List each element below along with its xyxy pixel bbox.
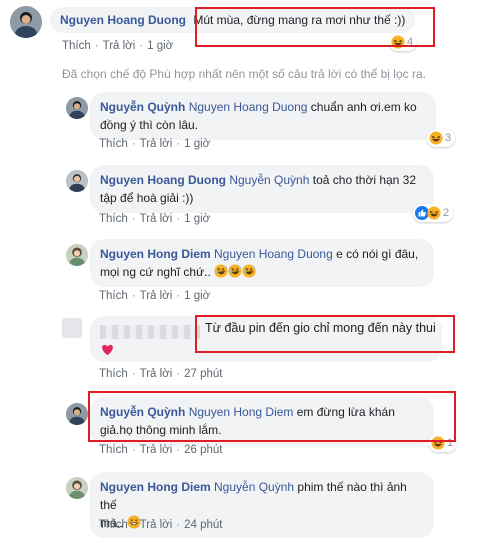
reply-mention[interactable]: Nguyen Hong Diem: [189, 405, 294, 419]
heart-icon: [100, 342, 115, 357]
avatar[interactable]: [10, 6, 42, 38]
reply-actions: Thích · Trả lời · 24 phút: [99, 519, 223, 531]
reply-actions: Thích · Trả lời · 1 giờ: [99, 290, 211, 302]
reply-time: 27 phút: [184, 368, 223, 380]
comment-actions: Thích · Trả lời · 1 giờ: [62, 40, 174, 52]
reply-actions: Thích · Trả lời · 1 giờ: [99, 213, 211, 225]
avatar[interactable]: [66, 170, 88, 192]
comment-author[interactable]: Nguyen Hoang Duong: [60, 13, 186, 27]
reaction-count: 4: [407, 36, 414, 48]
like-link[interactable]: Thích: [99, 519, 128, 531]
reply-actions: Thích · Trả lời · 1 giờ: [99, 138, 211, 150]
reply-text-line2: đồng ý thì còn lâu.: [100, 118, 199, 132]
reaction-summary[interactable]: 1: [429, 434, 458, 452]
reaction-summary[interactable]: 2: [413, 204, 454, 222]
reply-text-line1: em đừng lừa khán: [296, 405, 395, 419]
reply-link[interactable]: Trả lời: [140, 213, 173, 225]
avatar-photo-icon: [66, 477, 88, 499]
avatar[interactable]: [62, 318, 82, 338]
reply-text-line2: mọi ng cứ nghĩ chứ..: [100, 265, 211, 279]
reply-bubble: Nguyen Hong Diem Nguyen Hoang Duong e có…: [90, 239, 434, 287]
rofl-emoji-icon: [214, 264, 228, 278]
comment-text: Mút mùa, đừng mang ra mơi như thế :)): [193, 13, 406, 27]
reply-text-line1: e có nói gì đâu,: [336, 247, 419, 261]
reply-author[interactable]: Nguyen Hong Diem: [100, 247, 211, 261]
reply-text: Từ đầu pin đến gio chỉ mong đến này thui: [205, 321, 436, 335]
haha-emoji-icon: [429, 131, 443, 145]
reply-link[interactable]: Trả lời: [103, 40, 136, 52]
reply-mention[interactable]: Nguyen Hoang Duong: [189, 100, 308, 114]
avatar-photo-icon: [66, 244, 88, 266]
avatar[interactable]: [66, 477, 88, 499]
reply-author[interactable]: Nguyen Hoang Duong: [100, 173, 226, 187]
like-link[interactable]: Thích: [99, 290, 128, 302]
avatar-photo-icon: [66, 97, 88, 119]
reply-text-line1: toả cho thời hạn 32: [312, 173, 417, 187]
avatar[interactable]: [66, 97, 88, 119]
reply-mention[interactable]: Nguyen Hoang Duong: [214, 247, 333, 261]
reply-mention[interactable]: Nguyễn Quỳnh: [214, 480, 294, 494]
rofl-emoji-icon: [228, 264, 242, 278]
reply-link[interactable]: Trả lời: [140, 519, 173, 531]
reply-author[interactable]: Nguyen Hong Diem: [100, 480, 211, 494]
avatar-photo-icon: [10, 6, 42, 38]
reply-text-line2: giả.họ thông minh lắm.: [100, 423, 222, 437]
reaction-summary[interactable]: 3: [427, 129, 456, 147]
haha-emoji-icon: [391, 35, 405, 49]
reaction-count: 3: [445, 132, 452, 144]
reply-text-line1: chuẩn anh ơi.em ko: [310, 100, 417, 114]
reply-mention[interactable]: Nguyễn Quỳnh: [229, 173, 309, 187]
like-link[interactable]: Thích: [99, 444, 128, 456]
reply-author[interactable]: Nguyễn Quỳnh: [100, 405, 185, 419]
reply-actions: Thích · Trả lời · 26 phút: [99, 444, 223, 456]
filter-notice: Đã chọn chế độ Phù hợp nhất nên một số c…: [62, 67, 426, 81]
reply-time: 24 phút: [184, 519, 223, 531]
reply-bubble: Nguyễn Quỳnh Nguyen Hoang Duong chuẩn an…: [90, 92, 436, 140]
like-link[interactable]: Thích: [99, 213, 128, 225]
like-link[interactable]: Thích: [99, 138, 128, 150]
haha-emoji-icon: [431, 436, 445, 450]
like-link[interactable]: Thích: [99, 368, 128, 380]
reaction-count: 1: [447, 437, 454, 449]
reply-time: 1 giờ: [184, 290, 211, 302]
reply-text-line2: tập để hoà giải :)): [100, 191, 194, 205]
avatar[interactable]: [66, 244, 88, 266]
avatar[interactable]: [66, 403, 88, 425]
rofl-emoji-icon: [242, 264, 256, 278]
reply-author[interactable]: Nguyễn Quỳnh: [100, 100, 185, 114]
blurred-author-name: [100, 324, 200, 339]
reply-link[interactable]: Trả lời: [140, 444, 173, 456]
reply-link[interactable]: Trả lời: [140, 138, 173, 150]
like-link[interactable]: Thích: [62, 40, 91, 52]
avatar-photo-icon: [66, 170, 88, 192]
reaction-count: 2: [443, 207, 450, 219]
reply-actions: Thích · Trả lời · 27 phút: [99, 368, 223, 380]
reaction-summary[interactable]: 4: [389, 33, 418, 51]
comment-time: 1 giờ: [147, 40, 174, 52]
reply-bubble: Nguyễn Quỳnh Nguyen Hong Diem em đừng lừ…: [90, 397, 434, 445]
reply-bubble: Nguyen Hoang Duong Nguyễn Quỳnh toả cho …: [90, 165, 434, 213]
comment-bubble: Nguyen Hoang Duong Mút mùa, đừng mang ra…: [50, 7, 416, 33]
reply-link[interactable]: Trả lời: [140, 368, 173, 380]
reply-time: 1 giờ: [184, 213, 211, 225]
avatar-photo-icon: [66, 403, 88, 425]
haha-emoji-icon: [427, 206, 441, 220]
reply-time: 26 phút: [184, 444, 223, 456]
reply-time: 1 giờ: [184, 138, 211, 150]
reply-link[interactable]: Trả lời: [140, 290, 173, 302]
